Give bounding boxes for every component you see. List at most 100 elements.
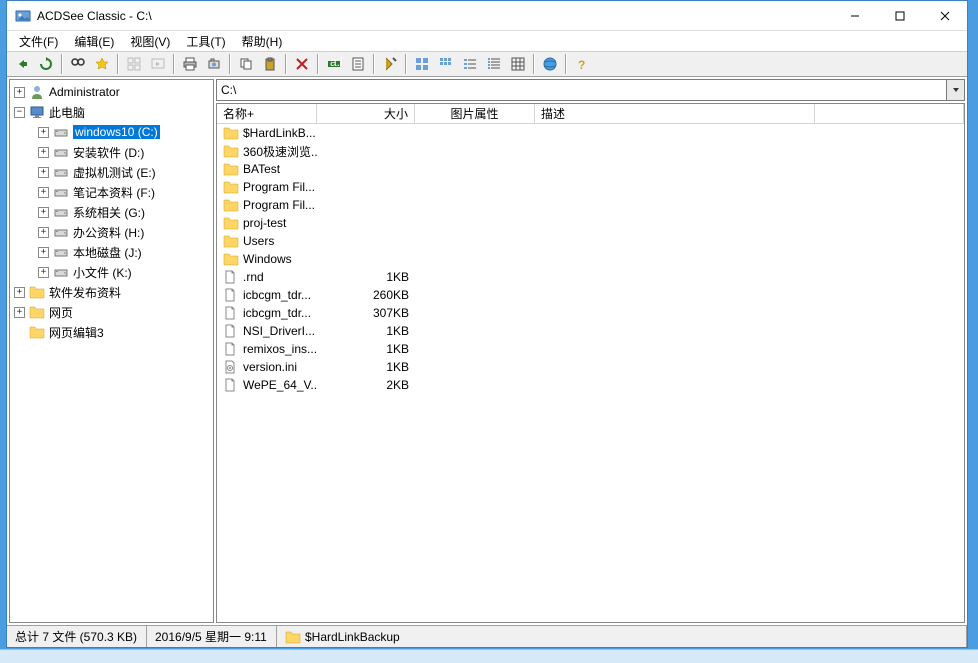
list-row[interactable]: 360极速浏览... bbox=[217, 142, 964, 160]
file-name-label: proj-test bbox=[243, 216, 286, 230]
copy-button[interactable] bbox=[235, 53, 257, 75]
tree-item-folder[interactable]: + 软件发布资料 bbox=[12, 282, 211, 302]
expand-icon[interactable]: + bbox=[14, 307, 25, 318]
toolbar-separator bbox=[533, 54, 535, 74]
view-small-button[interactable] bbox=[435, 53, 457, 75]
folder-icon bbox=[223, 180, 239, 194]
menu-help[interactable]: 帮助(H) bbox=[234, 31, 291, 52]
tree-label: 本地磁盘 (J:) bbox=[73, 244, 142, 261]
folder-tree[interactable]: + Administrator − 此电脑 +windows10 (C:)+安装… bbox=[9, 79, 214, 623]
toolbar-separator bbox=[61, 54, 63, 74]
list-row[interactable]: proj-test bbox=[217, 214, 964, 232]
expand-icon[interactable]: + bbox=[38, 227, 49, 238]
print-button[interactable] bbox=[179, 53, 201, 75]
expand-icon[interactable]: + bbox=[38, 247, 49, 258]
collapse-icon[interactable]: − bbox=[14, 107, 25, 118]
tree-item-drive[interactable]: +笔记本资料 (F:) bbox=[12, 182, 211, 202]
list-row[interactable]: icbcgm_tdr...260KB bbox=[217, 286, 964, 304]
list-row[interactable]: Program Fil... bbox=[217, 196, 964, 214]
expand-icon[interactable]: + bbox=[38, 147, 49, 158]
list-row[interactable]: icbcgm_tdr...307KB bbox=[217, 304, 964, 322]
file-listview[interactable]: 名称+ 大小 图片属性 描述 $HardLinkB...360极速浏览...BA… bbox=[216, 103, 965, 623]
tree-item-folder[interactable]: + 网页 bbox=[12, 302, 211, 322]
list-row[interactable]: version.ini1KB bbox=[217, 358, 964, 376]
cell-name: WePE_64_V... bbox=[217, 378, 317, 392]
tree-item-drive[interactable]: +虚拟机测试 (E:) bbox=[12, 162, 211, 182]
toolbar: a.b ? bbox=[7, 51, 967, 77]
find-button[interactable] bbox=[67, 53, 89, 75]
tree-label: 网页 bbox=[49, 304, 73, 321]
column-desc[interactable]: 描述 bbox=[535, 104, 815, 123]
tree-item-drive[interactable]: +小文件 (K:) bbox=[12, 262, 211, 282]
tree-item-thispc[interactable]: − 此电脑 bbox=[12, 102, 211, 122]
delete-button[interactable] bbox=[291, 53, 313, 75]
menu-tools[interactable]: 工具(T) bbox=[178, 31, 233, 52]
thumbnails-button[interactable] bbox=[123, 53, 145, 75]
menu-file[interactable]: 文件(F) bbox=[11, 31, 66, 52]
acquire-button[interactable] bbox=[203, 53, 225, 75]
back-button[interactable] bbox=[11, 53, 33, 75]
tree-item-drive[interactable]: + 本地磁盘 (J:) bbox=[12, 242, 211, 262]
folder-icon bbox=[223, 144, 239, 158]
list-row[interactable]: Users bbox=[217, 232, 964, 250]
tree-label: 软件发布资料 bbox=[49, 284, 121, 301]
column-imgattr[interactable]: 图片属性 bbox=[415, 104, 535, 123]
menu-edit[interactable]: 编辑(E) bbox=[66, 31, 122, 52]
expand-spacer bbox=[14, 327, 25, 338]
list-row[interactable]: $HardLinkB... bbox=[217, 124, 964, 142]
web-button[interactable] bbox=[539, 53, 561, 75]
view-details-button[interactable] bbox=[483, 53, 505, 75]
view-list-button[interactable] bbox=[459, 53, 481, 75]
expand-icon[interactable]: + bbox=[38, 207, 49, 218]
tree-item-drive[interactable]: +系统相关 (G:) bbox=[12, 202, 211, 222]
list-row[interactable]: NSI_DriverI...1KB bbox=[217, 322, 964, 340]
list-body[interactable]: $HardLinkB...360极速浏览...BATestProgram Fil… bbox=[217, 124, 964, 622]
titlebar[interactable]: ACDSee Classic - C:\ bbox=[7, 1, 967, 31]
tree-item-drive[interactable]: +办公资料 (H:) bbox=[12, 222, 211, 242]
cell-name: Users bbox=[217, 234, 317, 248]
list-row[interactable]: Windows bbox=[217, 250, 964, 268]
toolbar-separator bbox=[117, 54, 119, 74]
tree-item-drive[interactable]: +安装软件 (D:) bbox=[12, 142, 211, 162]
tree-item-folder[interactable]: 网页编辑3 bbox=[12, 322, 211, 342]
maximize-button[interactable] bbox=[877, 1, 922, 30]
file-icon bbox=[223, 342, 239, 356]
path-dropdown-button[interactable] bbox=[947, 79, 965, 101]
cell-size: 1KB bbox=[317, 342, 415, 356]
options-button[interactable] bbox=[379, 53, 401, 75]
column-size[interactable]: 大小 bbox=[317, 104, 415, 123]
expand-icon[interactable]: + bbox=[38, 187, 49, 198]
list-row[interactable]: Program Fil... bbox=[217, 178, 964, 196]
expand-icon[interactable]: + bbox=[38, 167, 49, 178]
rename-button[interactable]: a.b bbox=[323, 53, 345, 75]
properties-button[interactable] bbox=[347, 53, 369, 75]
menu-view[interactable]: 视图(V) bbox=[122, 31, 178, 52]
minimize-button[interactable] bbox=[832, 1, 877, 30]
expand-icon[interactable]: + bbox=[38, 127, 49, 138]
path-input[interactable] bbox=[216, 79, 947, 101]
cell-size: 1KB bbox=[317, 324, 415, 338]
tree-item-administrator[interactable]: + Administrator bbox=[12, 82, 211, 102]
slideshow-button[interactable] bbox=[147, 53, 169, 75]
favorites-button[interactable] bbox=[91, 53, 113, 75]
status-date: 2016/9/5 星期一 9:11 bbox=[147, 626, 277, 647]
tree-item-drive[interactable]: +windows10 (C:) bbox=[12, 122, 211, 142]
cell-name: NSI_DriverI... bbox=[217, 324, 317, 338]
expand-icon[interactable]: + bbox=[14, 287, 25, 298]
view-thumbs-button[interactable] bbox=[507, 53, 529, 75]
close-button[interactable] bbox=[922, 1, 967, 30]
list-row[interactable]: BATest bbox=[217, 160, 964, 178]
list-row[interactable]: WePE_64_V...2KB bbox=[217, 376, 964, 394]
expand-icon[interactable]: + bbox=[14, 87, 25, 98]
column-name[interactable]: 名称+ bbox=[217, 104, 317, 123]
refresh-button[interactable] bbox=[35, 53, 57, 75]
help-button[interactable]: ? bbox=[571, 53, 593, 75]
paste-button[interactable] bbox=[259, 53, 281, 75]
computer-icon bbox=[29, 104, 45, 120]
folder-icon bbox=[223, 252, 239, 266]
column-spacer[interactable] bbox=[815, 104, 964, 123]
expand-icon[interactable]: + bbox=[38, 267, 49, 278]
view-large-button[interactable] bbox=[411, 53, 433, 75]
list-row[interactable]: .rnd1KB bbox=[217, 268, 964, 286]
list-row[interactable]: remixos_ins...1KB bbox=[217, 340, 964, 358]
